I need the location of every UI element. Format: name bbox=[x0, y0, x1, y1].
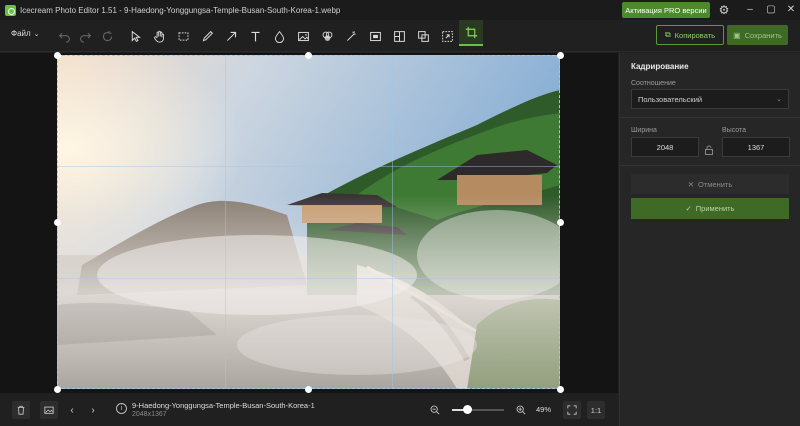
ratio-label: Соотношение bbox=[631, 80, 676, 87]
crop-handle-top-right[interactable] bbox=[557, 52, 564, 59]
width-label: Ширина bbox=[631, 127, 657, 134]
text-icon[interactable] bbox=[245, 26, 265, 46]
copy-label: Копировать bbox=[674, 30, 716, 40]
frame-icon[interactable] bbox=[365, 26, 385, 46]
next-image-button[interactable]: › bbox=[84, 401, 102, 419]
window-title: Icecream Photo Editor 1.51 - 9-Haedong-Y… bbox=[20, 5, 341, 15]
resize-icon[interactable] bbox=[437, 26, 457, 46]
copy-icon: ⧉ bbox=[664, 30, 671, 39]
chevron-down-icon: ⌄ bbox=[33, 30, 40, 38]
gear-icon[interactable]: ⚙ bbox=[717, 3, 731, 17]
redo-icon[interactable] bbox=[75, 26, 95, 46]
save-button[interactable]: ▣ Сохранить bbox=[727, 25, 788, 45]
close-button[interactable]: ✕ bbox=[784, 3, 798, 17]
crop-handle-bottom-left[interactable] bbox=[54, 386, 61, 393]
app-logo-icon bbox=[5, 4, 16, 16]
crop-icon[interactable] bbox=[459, 20, 483, 46]
info-icon[interactable]: i bbox=[116, 403, 127, 414]
actual-size-button[interactable]: 1:1 bbox=[587, 401, 605, 419]
zoom-in-icon[interactable] bbox=[512, 401, 530, 419]
apply-button[interactable]: ✓ Применить bbox=[631, 198, 789, 219]
filter-icon[interactable] bbox=[317, 26, 337, 46]
crop-panel: Кадрирование Соотношение Пользовательски… bbox=[619, 53, 800, 426]
reset-icon[interactable] bbox=[97, 26, 117, 46]
activate-pro-button[interactable]: Активация PRO версии bbox=[622, 2, 710, 18]
image-icon[interactable] bbox=[293, 26, 313, 46]
select-icon[interactable] bbox=[125, 26, 145, 46]
apply-label: Применить bbox=[695, 204, 735, 213]
crop-handle-top-left[interactable] bbox=[54, 52, 61, 59]
title-bar: Icecream Photo Editor 1.51 - 9-Haedong-Y… bbox=[0, 0, 800, 20]
save-label: Сохранить bbox=[744, 30, 782, 40]
hand-icon[interactable] bbox=[149, 26, 169, 46]
width-input[interactable]: 2048 bbox=[631, 137, 699, 157]
ratio-select[interactable]: Пользовательский ⌄ bbox=[631, 89, 789, 109]
drop-icon[interactable] bbox=[269, 26, 289, 46]
crop-handle-left[interactable] bbox=[54, 219, 61, 226]
gallery-icon[interactable] bbox=[40, 401, 58, 419]
file-name: 9-Haedong-Yonggungsa-Temple-Busan-South-… bbox=[132, 401, 315, 410]
close-icon: ✕ bbox=[687, 179, 694, 189]
toolbar: Файл ⌄ ⧉ Копировать ▣ Сохранить bbox=[0, 20, 800, 52]
bottom-bar: ‹ › i 9-Haedong-Yonggungsa-Temple-Busan-… bbox=[0, 393, 618, 426]
crop-handle-bottom-right[interactable] bbox=[557, 386, 564, 393]
trash-icon[interactable] bbox=[12, 401, 30, 419]
height-label: Высота bbox=[722, 127, 747, 134]
minimize-button[interactable]: – bbox=[743, 3, 757, 17]
crop-frame[interactable] bbox=[57, 55, 560, 389]
cancel-button[interactable]: ✕ Отменить bbox=[631, 174, 789, 194]
fit-screen-icon[interactable] bbox=[563, 401, 581, 419]
cancel-label: Отменить bbox=[698, 179, 733, 189]
file-menu-label: Файл bbox=[11, 29, 31, 38]
height-input[interactable]: 1367 bbox=[722, 137, 790, 157]
maximize-button[interactable]: ▢ bbox=[764, 3, 778, 17]
ratio-value: Пользовательский bbox=[638, 94, 703, 104]
split-icon[interactable] bbox=[389, 26, 409, 46]
prev-image-button[interactable]: ‹ bbox=[63, 401, 81, 419]
file-menu[interactable]: Файл ⌄ bbox=[11, 29, 40, 38]
zoom-slider[interactable] bbox=[452, 405, 504, 414]
layers-icon[interactable] bbox=[413, 26, 433, 46]
arrow-icon[interactable] bbox=[221, 26, 241, 46]
marquee-icon[interactable] bbox=[173, 26, 193, 46]
check-icon: ✓ bbox=[685, 204, 692, 213]
chevron-down-icon: ⌄ bbox=[776, 96, 782, 103]
zoom-level: 49% bbox=[536, 405, 552, 414]
copy-button[interactable]: ⧉ Копировать bbox=[656, 25, 724, 45]
crop-handle-bottom[interactable] bbox=[305, 386, 312, 393]
crop-handle-top[interactable] bbox=[305, 52, 312, 59]
divider bbox=[620, 165, 800, 166]
lock-icon[interactable] bbox=[704, 142, 714, 155]
image-dimensions: 2048x1367 bbox=[132, 411, 167, 418]
image-canvas[interactable] bbox=[0, 52, 618, 393]
divider bbox=[620, 117, 800, 118]
brush-icon[interactable] bbox=[197, 26, 217, 46]
undo-icon[interactable] bbox=[54, 26, 74, 46]
zoom-out-icon[interactable] bbox=[426, 401, 444, 419]
magic-wand-icon[interactable] bbox=[341, 26, 361, 46]
zoom-slider-handle[interactable] bbox=[463, 405, 472, 414]
panel-title: Кадрирование bbox=[631, 62, 689, 71]
crop-handle-right[interactable] bbox=[557, 219, 564, 226]
save-icon: ▣ bbox=[733, 30, 741, 40]
